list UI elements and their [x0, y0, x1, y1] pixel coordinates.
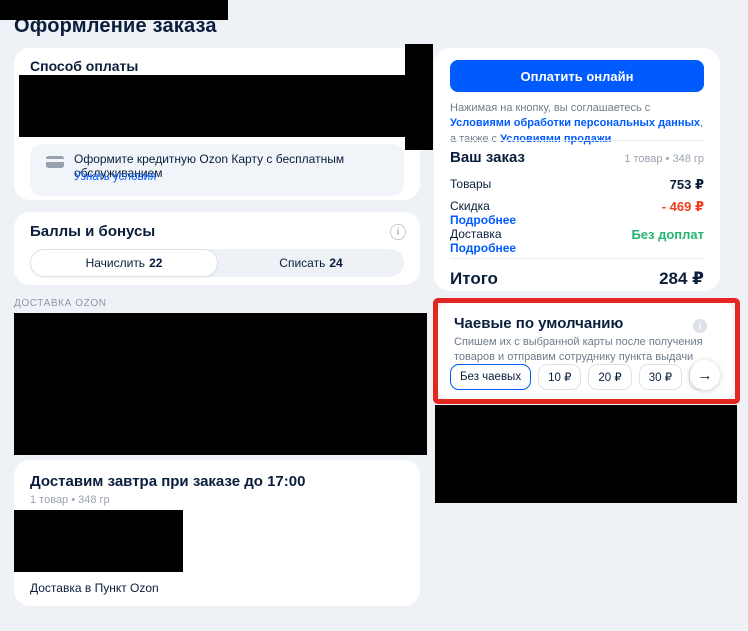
toggle-spend[interactable]: Списать 24 [218, 249, 404, 277]
divider [450, 140, 704, 141]
shipping-value: Без доплат [631, 227, 704, 242]
accrue-value: 22 [149, 256, 163, 270]
credit-card-icon [46, 156, 64, 168]
legal-link-sales-terms[interactable]: Условиями продажи [500, 133, 611, 145]
redacted-block-payment [19, 75, 410, 137]
accrue-label: Начислить [85, 256, 146, 270]
bonus-title: Баллы и бонусы [30, 223, 156, 240]
bonus-card: Баллы и бонусы i Начислить 22 Списать 24 [14, 212, 420, 285]
items-value: 753 ₽ [669, 177, 704, 192]
delivery-subtitle: 1 товар • 348 гр [30, 494, 110, 506]
spend-value: 24 [329, 256, 343, 270]
divider [450, 258, 704, 259]
toggle-accrue[interactable]: Начислить 22 [30, 249, 218, 277]
spend-label: Списать [279, 256, 326, 270]
items-label: Товары [450, 177, 492, 191]
redacted-block-top [0, 0, 228, 20]
delivery-title: Доставим завтра при заказе до 17:00 [30, 473, 306, 490]
legal-prefix: Нажимая на кнопку, вы соглашаетесь с [450, 102, 651, 114]
redacted-block-bottom-right [435, 405, 737, 503]
summary-row-total: Итого 284 ₽ [450, 269, 704, 289]
summary-row-items: Товары 753 ₽ [450, 177, 704, 193]
redacted-block-product [14, 510, 183, 572]
total-value: 284 ₽ [659, 269, 704, 288]
shipping-details-link[interactable]: Подробнее [450, 241, 516, 255]
offer-terms-link[interactable]: Узнать условия [74, 171, 156, 183]
payment-method-title: Способ оплаты [30, 58, 139, 74]
discount-details-link[interactable]: Подробнее [450, 213, 516, 227]
legal-link-personal-data[interactable]: Условиями обработки персональных данных [450, 117, 700, 129]
discount-value: - 469 ₽ [661, 199, 704, 214]
redacted-block-address [14, 313, 427, 455]
chips-scroll-right-button[interactable]: → [690, 360, 720, 390]
order-title: Ваш заказ [450, 149, 525, 166]
ozon-card-offer-banner: Оформите кредитную Ozon Карту с бесплатн… [30, 144, 404, 196]
bonus-toggle: Начислить 22 Списать 24 [30, 249, 404, 277]
order-header: Ваш заказ 1 товар • 348 гр [450, 149, 704, 166]
pay-online-button[interactable]: Оплатить онлайн [450, 60, 704, 92]
total-label: Итого [450, 269, 498, 288]
delivery-method: Доставка в Пункт Ozon [30, 581, 159, 595]
info-icon[interactable]: i [390, 224, 406, 240]
shipping-label: Доставка [450, 227, 502, 241]
summary-row-shipping: Доставка Без доплат [450, 227, 704, 242]
arrow-right-icon: → [697, 366, 713, 384]
order-meta: 1 товар • 348 гр [624, 153, 704, 165]
order-summary-card: Оплатить онлайн Нажимая на кнопку, вы со… [434, 48, 720, 291]
delivery-section-label: ДОСТАВКА OZON [14, 298, 107, 309]
info-glyph: i [396, 226, 400, 238]
annotation-highlight-box [433, 298, 740, 404]
